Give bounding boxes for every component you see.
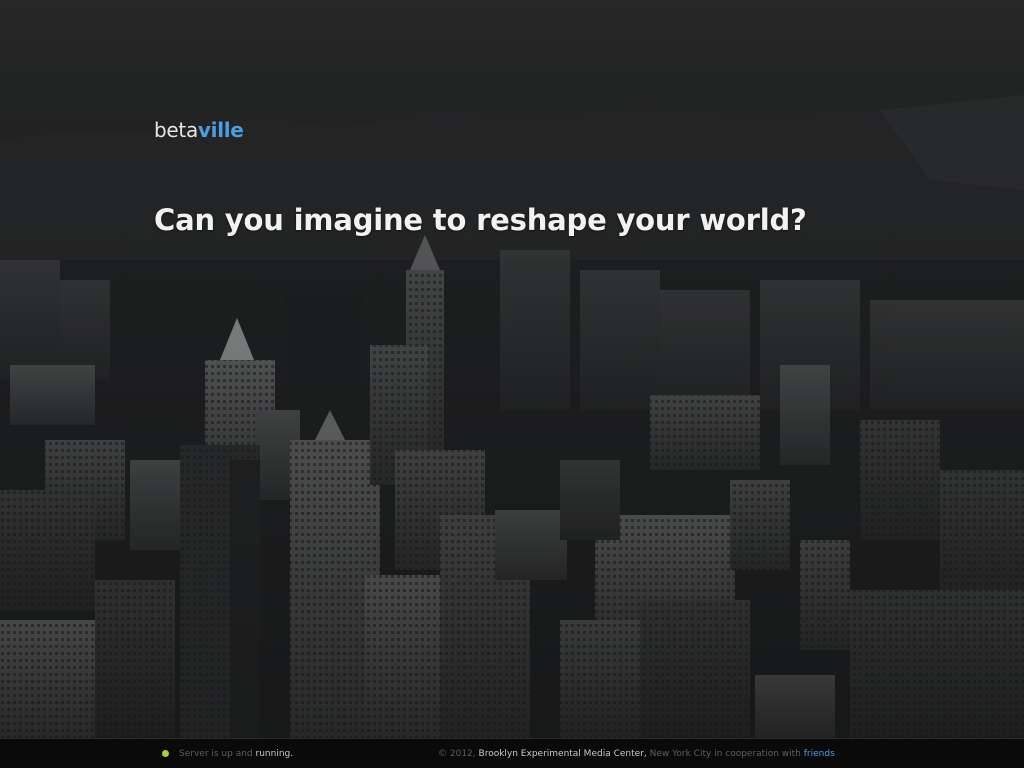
friends-link[interactable]: friends xyxy=(804,749,835,759)
brand-prefix: beta xyxy=(154,118,198,142)
brand-accent: ville xyxy=(197,118,244,142)
server-status: Server is up and running. xyxy=(162,747,293,761)
city-skyline-background xyxy=(0,0,1024,740)
copyright-notice: © 2012, Brooklyn Experimental Media Cent… xyxy=(438,747,835,761)
brand-logo[interactable]: betaville xyxy=(154,116,244,144)
landing-page: betaville Can you imagine to reshape you… xyxy=(0,0,1024,768)
copyright-prefix: © 2012, xyxy=(438,749,476,759)
status-state: running. xyxy=(255,749,294,759)
hero-headline: Can you imagine to reshape your world? xyxy=(154,203,807,237)
status-prefix: Server is up and xyxy=(179,749,253,759)
organization-name: Brooklyn Experimental Media Center, xyxy=(478,749,647,759)
status-indicator-icon xyxy=(162,750,169,757)
location-text: New York City in cooperation with xyxy=(649,749,801,759)
footer-bar: Server is up and running. © 2012, Brookl… xyxy=(0,738,1024,768)
